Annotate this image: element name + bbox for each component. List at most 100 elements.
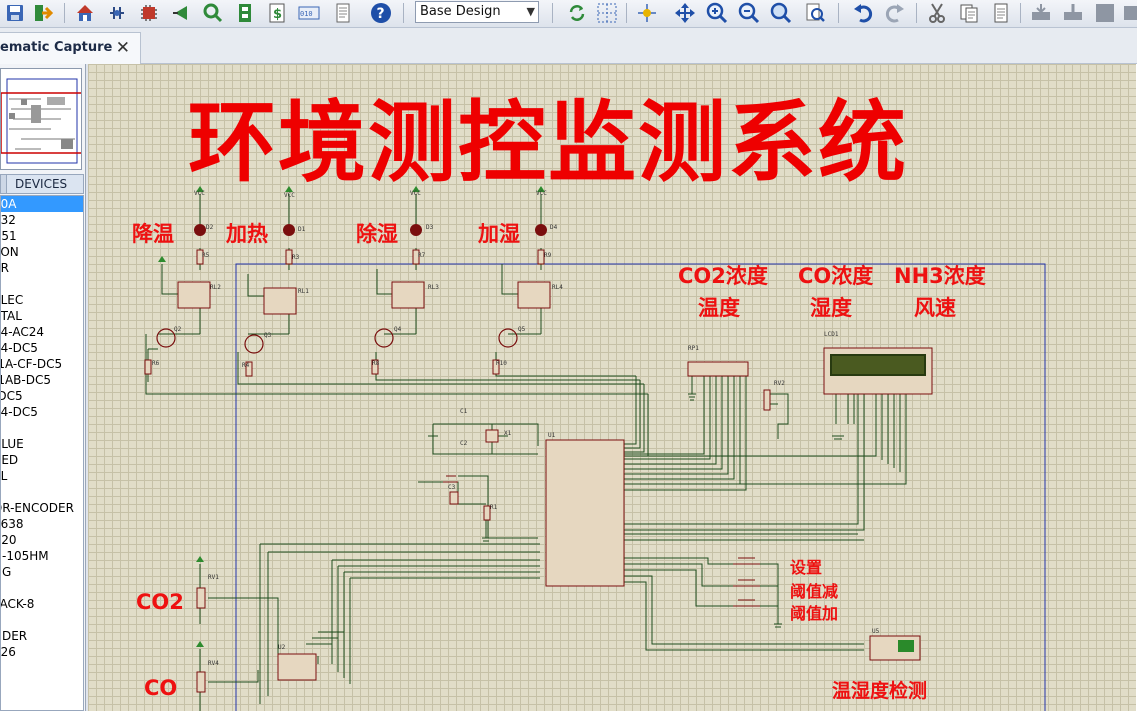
overview-window[interactable] (0, 68, 82, 170)
ref-rl3: RL3 (428, 284, 439, 291)
list-item[interactable]: 1 (1, 612, 83, 628)
label-nh3-conc: NH3浓度 (894, 264, 986, 288)
device-list[interactable]: 70A 832 C51 TON ER ELEC STAL 14-AC24 14-… (0, 195, 84, 711)
home-icon[interactable] (74, 2, 96, 24)
list-item[interactable]: -1A-CF-DC5 (1, 356, 83, 372)
ref-r3: R3 (292, 254, 300, 261)
ref-d4: D4 (550, 224, 558, 231)
block-rotate-icon[interactable] (1094, 2, 1116, 24)
list-item[interactable]: H-105HM (1, 548, 83, 564)
list-item[interactable]: 426 (1, 644, 83, 660)
ref-r7: R7 (418, 252, 426, 259)
zoom-out-icon[interactable] (738, 2, 760, 24)
list-item[interactable]: ER (1, 260, 83, 276)
chevron-down-icon: ▼ (526, 5, 535, 18)
block-delete-icon[interactable] (1122, 2, 1137, 24)
list-item[interactable]: 14-DC5 (1, 340, 83, 356)
ref-rl4: RL4 (552, 284, 563, 291)
design-variant-select[interactable]: Base Design ▼ (415, 1, 539, 23)
list-item[interactable]: NDER (1, 628, 83, 644)
list-item[interactable]: C51 (1, 228, 83, 244)
list-item[interactable]: 14-AC24 (1, 324, 83, 340)
tab-schematic-capture[interactable]: ematic Capture ✕ (0, 32, 141, 64)
ref-rv4: RV4 (208, 660, 219, 667)
undo-icon[interactable] (852, 2, 874, 24)
ref-rv2: RV2 (774, 380, 785, 387)
schematic-canvas[interactable]: 环境测控监测系统 降温 加热 除湿 加湿 CO2浓度 温度 CO浓度 湿度 NH… (88, 64, 1137, 711)
origin-icon[interactable] (636, 2, 658, 24)
label-co: CO (144, 676, 178, 700)
simulate-icon[interactable] (170, 2, 192, 24)
ref-rp1: RP1 (688, 345, 699, 352)
copy-icon[interactable] (958, 2, 980, 24)
devices-header-label: DEVICES (15, 177, 68, 191)
paste-icon[interactable] (990, 2, 1012, 24)
ref-u5: U5 (872, 628, 880, 635)
label-heat: 加热 (226, 222, 268, 246)
list-item[interactable]: 3638 (1, 516, 83, 532)
probe-icon[interactable] (202, 2, 224, 24)
list-item[interactable]: -DC5 (1, 388, 83, 404)
ref-q5: Q5 (518, 326, 526, 333)
refresh-icon[interactable] (566, 2, 588, 24)
zoom-area-icon[interactable] (804, 2, 826, 24)
vcc-label: VCC (194, 190, 205, 197)
cut-icon[interactable] (926, 2, 948, 24)
list-item[interactable]: 70A (1, 196, 83, 212)
label-threshold-up: 阈值加 (790, 604, 839, 623)
list-item[interactable]: 832 (1, 212, 83, 228)
list-item[interactable] (1, 276, 83, 292)
vcc-label: VCC (284, 192, 295, 199)
list-item[interactable]: BLUE (1, 436, 83, 452)
list-item[interactable]: TON (1, 244, 83, 260)
label-set: 设置 (790, 558, 823, 577)
list-item[interactable]: A20 (1, 532, 83, 548)
label-co-conc: CO浓度 (798, 264, 874, 288)
list-item[interactable]: 14-DC5 (1, 404, 83, 420)
list-item[interactable]: DR-ENCODER (1, 500, 83, 516)
pick-devices-button[interactable] (1, 175, 7, 193)
bom-icon[interactable] (234, 2, 256, 24)
list-item[interactable]: ELEC (1, 292, 83, 308)
toolbar: $ 010 ? Base Design ▼ (0, 0, 1137, 28)
tab-schematic-capture-label: ematic Capture (0, 40, 113, 55)
help-icon[interactable]: ? (370, 2, 392, 24)
import-icon[interactable] (32, 2, 54, 24)
block-move-icon[interactable] (1062, 2, 1084, 24)
design-variant-value: Base Design (420, 4, 501, 19)
list-item[interactable]: HG (1, 564, 83, 580)
ref-rl1: RL1 (298, 288, 309, 295)
document-icon[interactable] (332, 2, 354, 24)
ref-rl2: RL2 (210, 284, 221, 291)
block-copy-icon[interactable] (1030, 2, 1052, 24)
pan-icon[interactable] (674, 2, 696, 24)
grid-icon[interactable] (596, 2, 618, 24)
list-item[interactable] (1, 580, 83, 596)
list-item[interactable] (1, 420, 83, 436)
ref-q3: Q3 (264, 332, 272, 339)
list-item[interactable]: STAL (1, 308, 83, 324)
binary-icon[interactable]: 010 (298, 2, 320, 24)
ref-r4: R4 (242, 362, 250, 369)
chip-icon[interactable] (138, 2, 160, 24)
ref-lcd1: LCD1 (824, 331, 839, 338)
save-icon[interactable] (4, 2, 26, 24)
ref-q2: Q2 (174, 326, 182, 333)
zoom-in-icon[interactable] (706, 2, 728, 24)
label-dehumid: 除湿 (356, 222, 398, 246)
list-item[interactable]: -1AB-DC5 (1, 372, 83, 388)
redo-icon[interactable] (884, 2, 906, 24)
list-item[interactable]: PACK-8 (1, 596, 83, 612)
dollar-icon[interactable]: $ (266, 2, 288, 24)
ref-rv1: RV1 (208, 574, 219, 581)
zoom-all-icon[interactable] (770, 2, 792, 24)
list-item[interactable]: RED (1, 452, 83, 468)
ref-d2: D2 (206, 224, 214, 231)
schematic-title: 环境测控监测系统 (188, 91, 909, 194)
component-icon[interactable] (106, 2, 128, 24)
list-item[interactable]: SL (1, 468, 83, 484)
list-item[interactable]: 4 (1, 484, 83, 500)
close-icon[interactable]: ✕ (116, 33, 130, 63)
label-wind-speed: 风速 (914, 296, 956, 320)
ref-x1: X1 (504, 430, 512, 437)
